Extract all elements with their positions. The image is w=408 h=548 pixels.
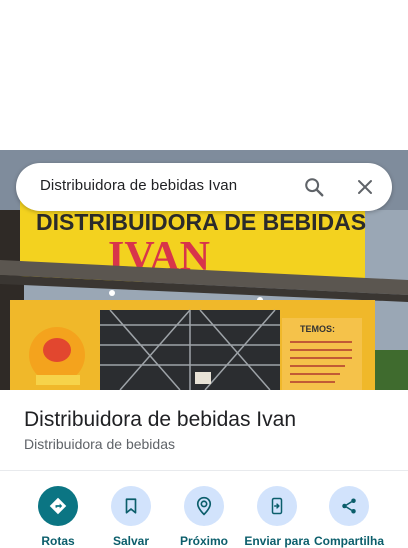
search-input[interactable]: Distribuidora de bebidas Ivan — [40, 177, 237, 194]
search-bar[interactable]: Distribuidora de bebidas Ivan — [16, 163, 392, 211]
divider — [0, 470, 408, 471]
search-icon[interactable] — [298, 171, 330, 203]
share-label: Compartilha — [313, 534, 384, 548]
action-bar: Rotas Salvar Próximo Enviar para Compart… — [0, 486, 408, 548]
bookmark-icon — [111, 486, 151, 526]
send-to-phone-icon — [257, 486, 297, 526]
nearby-icon — [184, 486, 224, 526]
menu-board-title: TEMOS: — [300, 324, 335, 334]
blank-header-area — [0, 0, 408, 150]
place-category: Distribuidora de bebidas — [24, 436, 175, 452]
place-title: Distribuidora de bebidas Ivan — [24, 408, 296, 431]
share-button[interactable]: Compartilha — [313, 486, 385, 548]
directions-icon — [38, 486, 78, 526]
share-icon — [329, 486, 369, 526]
sign-text-line1: DISTRIBUIDORA DE BEBIDAS — [36, 209, 366, 235]
close-icon[interactable] — [349, 171, 381, 203]
